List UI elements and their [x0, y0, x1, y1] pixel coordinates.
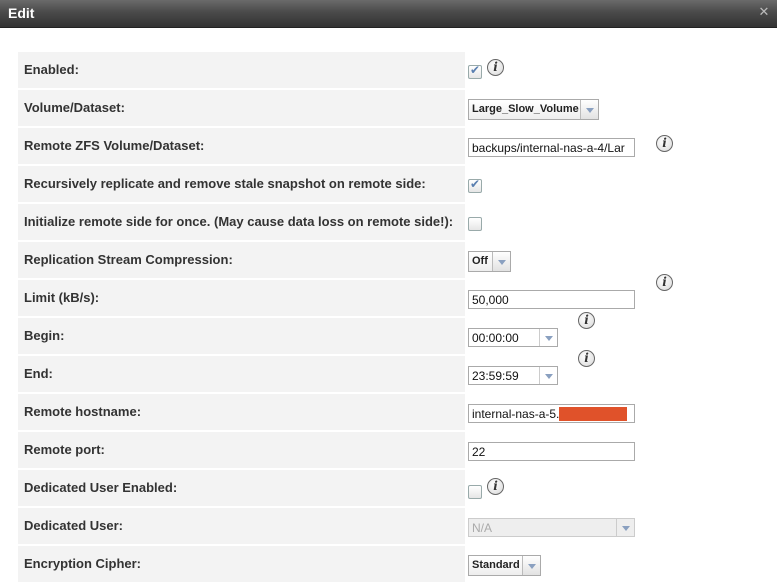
dedicated-user-enabled-label: Dedicated User Enabled:: [18, 470, 465, 506]
dialog-titlebar: Edit ✕: [0, 0, 777, 28]
edit-form: Enabled: i Volume/Dataset: Large_Slow_Vo…: [18, 52, 777, 584]
dialog-title: Edit: [8, 5, 35, 21]
volume-select[interactable]: Large_Slow_Volume: [468, 99, 599, 120]
info-icon[interactable]: i: [656, 274, 673, 291]
remote-port-label: Remote port:: [18, 432, 465, 468]
volume-label: Volume/Dataset:: [18, 90, 465, 126]
row-remote-hostname: Remote hostname: internal-nas-a-5.: [18, 394, 777, 432]
dedicated-user-select[interactable]: N/A: [468, 518, 635, 537]
row-dedicated-user-enabled: Dedicated User Enabled: i: [18, 470, 777, 508]
initialize-label: Initialize remote side for once. (May ca…: [18, 204, 465, 240]
row-enabled: Enabled: i: [18, 52, 777, 90]
chevron-down-icon[interactable]: [616, 519, 634, 536]
dedicated-user-label: Dedicated User:: [18, 508, 465, 544]
info-icon[interactable]: i: [656, 135, 673, 152]
remote-hostname-input[interactable]: internal-nas-a-5.: [468, 404, 635, 423]
row-initialize: Initialize remote side for once. (May ca…: [18, 204, 777, 242]
info-icon[interactable]: i: [578, 312, 595, 329]
enabled-checkbox[interactable]: [468, 63, 482, 79]
remote-port-input[interactable]: 22: [468, 442, 635, 461]
limit-label: Limit (kB/s):: [18, 280, 465, 316]
chevron-down-icon[interactable]: [522, 556, 540, 575]
close-icon[interactable]: ✕: [758, 5, 770, 18]
chevron-down-icon[interactable]: [580, 100, 598, 119]
compression-select[interactable]: Off: [468, 251, 511, 272]
begin-label: Begin:: [18, 318, 465, 354]
cipher-select-value: Standard: [472, 559, 520, 571]
row-limit: Limit (kB/s): 50,000 i: [18, 274, 777, 318]
end-time-value: 23:59:59: [472, 369, 519, 383]
info-icon[interactable]: i: [487, 478, 504, 495]
chevron-down-icon[interactable]: [539, 329, 557, 346]
end-label: End:: [18, 356, 465, 392]
row-recursive: Recursively replicate and remove stale s…: [18, 166, 777, 204]
redaction-bar: [559, 407, 628, 421]
row-begin: Begin: 00:00:00 i: [18, 312, 777, 356]
row-end: End: 23:59:59 i: [18, 350, 777, 394]
remote-hostname-value: internal-nas-a-5.: [472, 407, 560, 421]
row-dedicated-user: Dedicated User: N/A: [18, 508, 777, 546]
remote-volume-input[interactable]: backups/internal-nas-a-4/Lar: [468, 138, 635, 157]
recursive-label: Recursively replicate and remove stale s…: [18, 166, 465, 202]
remote-volume-label: Remote ZFS Volume/Dataset:: [18, 128, 465, 164]
row-cipher: Encryption Cipher: Standard: [18, 546, 777, 584]
begin-time-select[interactable]: 00:00:00: [468, 328, 558, 347]
row-remote-volume: Remote ZFS Volume/Dataset: backups/inter…: [18, 128, 777, 166]
limit-input[interactable]: 50,000: [468, 290, 635, 309]
remote-hostname-label: Remote hostname:: [18, 394, 465, 430]
compression-select-value: Off: [472, 255, 488, 267]
chevron-down-icon[interactable]: [539, 367, 557, 384]
initialize-checkbox[interactable]: [468, 217, 482, 231]
enabled-label: Enabled:: [18, 52, 465, 88]
info-icon[interactable]: i: [578, 350, 595, 367]
dedicated-user-value: N/A: [472, 521, 493, 535]
recursive-checkbox[interactable]: [468, 177, 482, 193]
volume-select-value: Large_Slow_Volume: [472, 103, 579, 115]
chevron-down-icon[interactable]: [492, 252, 510, 271]
row-volume: Volume/Dataset: Large_Slow_Volume: [18, 90, 777, 128]
dedicated-user-enabled-checkbox[interactable]: [468, 485, 482, 499]
info-icon[interactable]: i: [487, 59, 504, 76]
begin-time-value: 00:00:00: [472, 331, 519, 345]
cipher-label: Encryption Cipher:: [18, 546, 465, 582]
cipher-select[interactable]: Standard: [468, 555, 541, 576]
compression-label: Replication Stream Compression:: [18, 242, 465, 278]
row-remote-port: Remote port: 22: [18, 432, 777, 470]
end-time-select[interactable]: 23:59:59: [468, 366, 558, 385]
